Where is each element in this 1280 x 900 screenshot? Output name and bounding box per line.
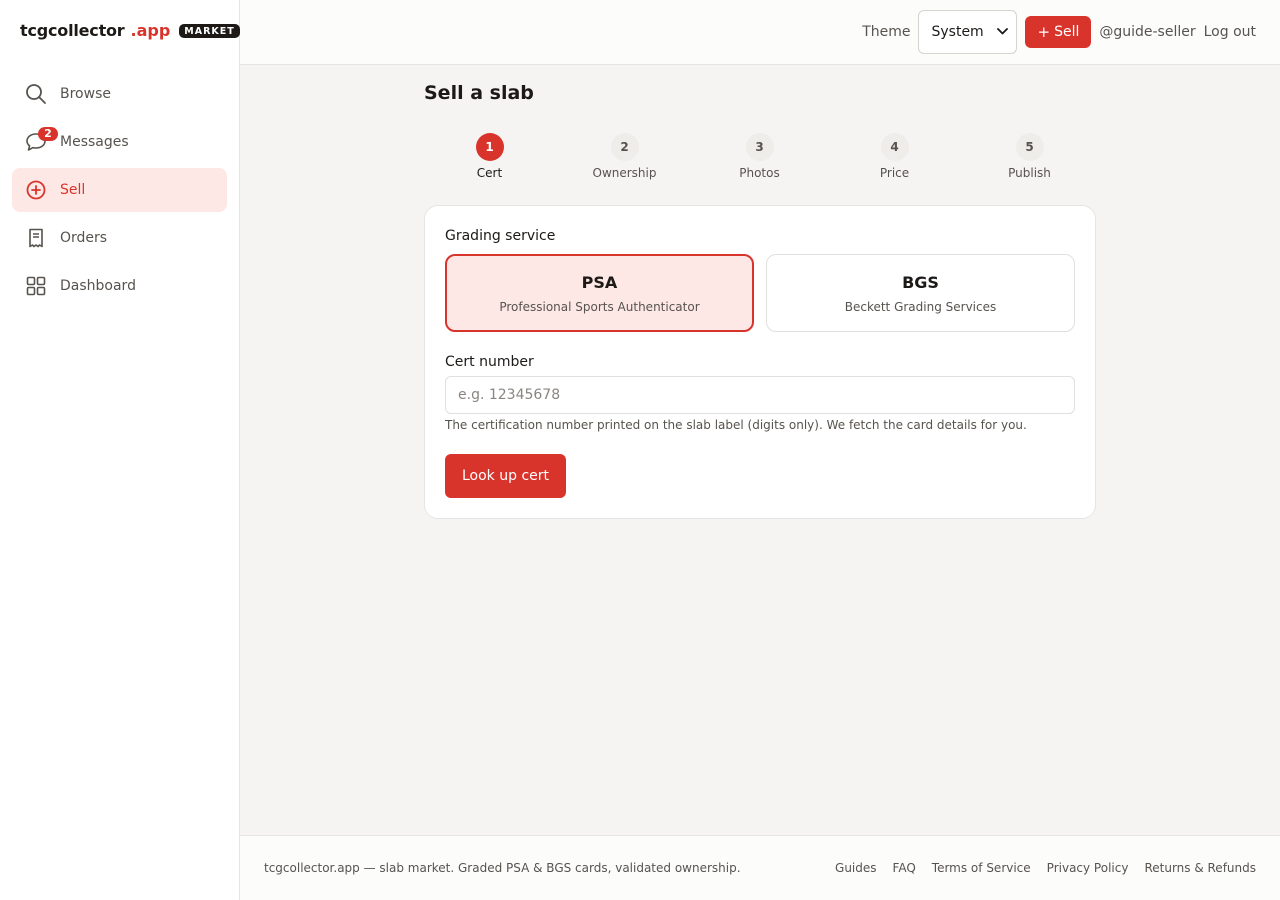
- footer-link-privacy[interactable]: Privacy Policy: [1047, 861, 1129, 875]
- step-label: Cert: [476, 166, 503, 180]
- sidebar-item-dashboard[interactable]: Dashboard: [12, 264, 227, 308]
- look-up-cert-button[interactable]: Look up cert: [445, 454, 567, 498]
- step-label: Photos: [739, 166, 780, 180]
- brand-name: tcgcollector: [20, 21, 125, 40]
- sidebar: tcgcollector .app MARKET Browse 2 Messag…: [0, 0, 240, 900]
- grading-option-code: PSA: [581, 273, 618, 292]
- sidebar-item-label: Dashboard: [60, 278, 136, 294]
- brand-logo[interactable]: tcgcollector .app MARKET: [20, 21, 240, 40]
- footer-link-terms[interactable]: Terms of Service: [932, 861, 1031, 875]
- search-icon: [24, 82, 48, 106]
- step-number: 1: [475, 133, 504, 161]
- chevron-down-icon: [997, 27, 1009, 38]
- sidebar-nav: Browse 2 Messages Sell Orders Dashboard: [12, 72, 227, 312]
- sidebar-item-browse[interactable]: Browse: [12, 72, 227, 116]
- cert-number-label: Cert number: [445, 354, 534, 370]
- step-label: Ownership: [592, 166, 657, 180]
- step-cert: 1 Cert: [424, 133, 555, 180]
- sidebar-item-messages[interactable]: 2 Messages: [12, 120, 227, 164]
- cert-number-help: The certification number printed on the …: [445, 418, 1027, 432]
- cert-form-card: Grading service PSA Professional Sports …: [424, 205, 1096, 519]
- footer-link-returns[interactable]: Returns & Refunds: [1144, 861, 1256, 875]
- plus-icon: +: [1037, 23, 1051, 41]
- unread-count-badge: 2: [38, 127, 58, 141]
- footer-tagline: tcgcollector.app — slab market. Graded P…: [264, 861, 741, 875]
- grading-option-name: Professional Sports Authenticator: [499, 300, 700, 314]
- receipt-icon: [24, 226, 48, 250]
- user-handle-link[interactable]: @guide-seller: [1099, 24, 1195, 40]
- footer-link-guides[interactable]: Guides: [835, 861, 877, 875]
- header-actions: Theme System + Sell @guide-seller Log ou…: [862, 10, 1256, 54]
- grading-service-label: Grading service: [445, 228, 556, 244]
- footer: tcgcollector.app — slab market. Graded P…: [240, 835, 1280, 900]
- sidebar-item-label: Orders: [60, 230, 108, 246]
- theme-select-value: System: [931, 24, 984, 40]
- sidebar-item-label: Messages: [60, 134, 129, 150]
- sidebar-item-orders[interactable]: Orders: [12, 216, 227, 260]
- step-number: 4: [880, 133, 909, 161]
- step-number: 5: [1015, 133, 1044, 161]
- stepper: 1 Cert 2 Ownership 3 Photos 4 Price 5 Pu…: [424, 133, 1096, 183]
- grading-option-bgs[interactable]: BGS Beckett Grading Services: [766, 254, 1075, 332]
- step-number: 2: [610, 133, 639, 161]
- grading-option-psa[interactable]: PSA Professional Sports Authenticator: [445, 254, 754, 332]
- step-photos: 3 Photos: [694, 133, 825, 180]
- sell-button[interactable]: + Sell: [1025, 16, 1092, 48]
- footer-link-faq[interactable]: FAQ: [893, 861, 916, 875]
- step-number: 3: [745, 133, 774, 161]
- footer-links: Guides FAQ Terms of Service Privacy Poli…: [819, 861, 1256, 875]
- brand-badge: MARKET: [179, 23, 240, 38]
- theme-select[interactable]: System: [918, 10, 1018, 54]
- sell-button-label: Sell: [1054, 24, 1080, 40]
- grading-option-name: Beckett Grading Services: [844, 300, 997, 314]
- step-label: Price: [879, 166, 910, 180]
- sidebar-item-sell[interactable]: Sell: [12, 168, 227, 212]
- brand-tld: .app: [130, 21, 171, 40]
- step-ownership: 2 Ownership: [559, 133, 690, 180]
- step-price: 4 Price: [829, 133, 960, 180]
- page-title: Sell a slab: [424, 82, 534, 104]
- step-publish: 5 Publish: [964, 133, 1095, 180]
- plus-circle-icon: [24, 178, 48, 202]
- sidebar-item-label: Browse: [60, 86, 111, 102]
- cert-number-input[interactable]: [445, 376, 1075, 414]
- logout-link[interactable]: Log out: [1204, 24, 1256, 40]
- grading-option-code: BGS: [902, 273, 939, 292]
- theme-label: Theme: [862, 24, 911, 40]
- sidebar-item-label: Sell: [60, 182, 86, 198]
- top-header: Theme System + Sell @guide-seller Log ou…: [240, 0, 1280, 65]
- grid-icon: [24, 274, 48, 298]
- step-label: Publish: [1008, 166, 1051, 180]
